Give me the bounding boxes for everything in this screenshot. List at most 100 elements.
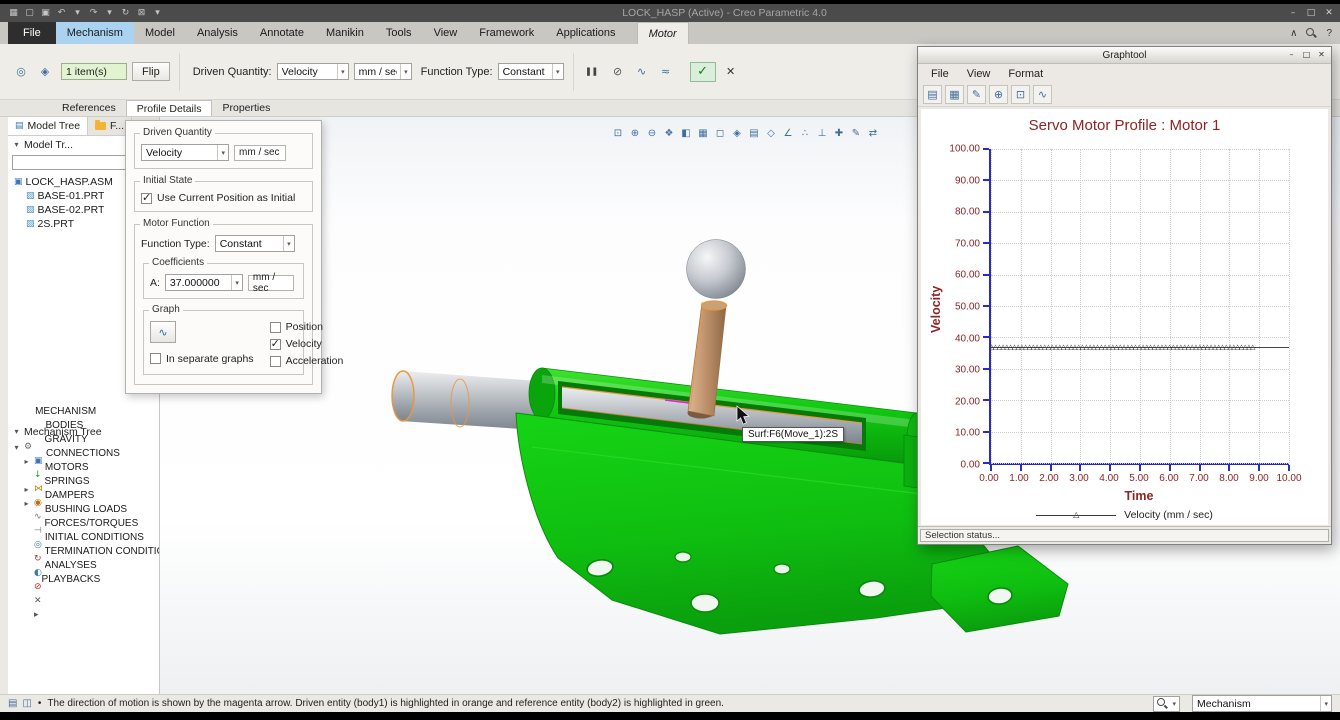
- close-window-icon[interactable]: ⊠: [134, 8, 149, 18]
- axis-display-icon[interactable]: ∠: [780, 125, 796, 141]
- tab-analysis[interactable]: Analysis: [186, 22, 249, 44]
- mechanism-tree-item[interactable]: ▸PLAYBACKS: [8, 608, 159, 622]
- tab-annotate[interactable]: Annotate: [249, 22, 315, 44]
- collapse-arrow-icon[interactable]: ▾: [12, 427, 21, 436]
- minimize-button[interactable]: –: [1284, 48, 1299, 62]
- view-manager-icon[interactable]: ▤: [746, 125, 762, 141]
- tab-view[interactable]: View: [423, 22, 469, 44]
- zoom-window-icon[interactable]: ⊡: [1011, 85, 1030, 104]
- grid-icon[interactable]: ▦: [945, 85, 964, 104]
- graph-option[interactable]: Position: [270, 321, 344, 333]
- csys-display-icon[interactable]: ⊥: [814, 125, 830, 141]
- no-profile-icon[interactable]: ⊘: [607, 62, 629, 82]
- maximize-button[interactable]: □: [1302, 5, 1320, 21]
- zoom-in-icon[interactable]: ⊕: [627, 125, 643, 141]
- edit-chart-icon[interactable]: ✎: [967, 85, 986, 104]
- zoom-out-icon[interactable]: ⊖: [644, 125, 660, 141]
- point-display-icon[interactable]: ∴: [797, 125, 813, 141]
- repaint-icon[interactable]: ❖: [661, 125, 677, 141]
- annotation-display-icon[interactable]: ✎: [848, 125, 864, 141]
- zoom-in-icon[interactable]: ⊕: [989, 85, 1008, 104]
- references-icon[interactable]: ◈: [34, 62, 56, 82]
- cancel-button[interactable]: ✕: [721, 62, 741, 82]
- screw-hole[interactable]: [675, 552, 691, 562]
- quick-access-arrow-icon[interactable]: ▾: [150, 8, 165, 18]
- menu-file[interactable]: File: [922, 68, 958, 80]
- collapse-ribbon-icon[interactable]: ∧: [1290, 28, 1297, 39]
- screw-hole[interactable]: [774, 564, 790, 574]
- tab-manikin[interactable]: Manikin: [315, 22, 375, 44]
- print-icon[interactable]: ▤: [923, 85, 942, 104]
- driven-quantity-select[interactable]: Velocity: [277, 63, 349, 80]
- tab-applications[interactable]: Applications: [545, 22, 626, 44]
- plane-display-icon[interactable]: ◇: [763, 125, 779, 141]
- expand-arrow-icon[interactable]: ▸: [22, 499, 31, 508]
- graph-preview-icon[interactable]: ≈: [655, 62, 677, 82]
- search-icon[interactable]: [1306, 28, 1317, 39]
- graph-option[interactable]: Acceleration: [270, 355, 344, 367]
- selected-items-field[interactable]: 1 item(s): [61, 63, 127, 80]
- graph-option[interactable]: Velocity: [270, 338, 344, 350]
- mechanism-tree-item[interactable]: ✕ANALYSES: [8, 594, 159, 608]
- close-button[interactable]: ✕: [1320, 5, 1338, 21]
- flip-button[interactable]: Flip: [132, 62, 170, 81]
- menu-view[interactable]: View: [958, 68, 1000, 80]
- handle-knob[interactable]: [687, 240, 746, 299]
- chart-options-icon[interactable]: ∿: [1033, 85, 1052, 104]
- checkbox-acceleration[interactable]: [270, 356, 281, 367]
- tab-framework[interactable]: Framework: [468, 22, 545, 44]
- tab-motor[interactable]: Motor: [637, 22, 689, 44]
- select-filter-icon[interactable]: ◎: [10, 62, 32, 82]
- browser-toggle-icon[interactable]: ◫: [22, 698, 31, 709]
- units-select[interactable]: mm / sec: [354, 63, 412, 80]
- tab-model[interactable]: Model: [134, 22, 186, 44]
- subtab-profile-details[interactable]: Profile Details: [126, 100, 213, 116]
- expand-arrow-icon[interactable]: ▸: [22, 485, 31, 494]
- dragger-display-icon[interactable]: ⇄: [865, 125, 881, 141]
- expand-arrow-icon[interactable]: ▸: [22, 457, 31, 466]
- tree-filter-select[interactable]: [12, 155, 140, 170]
- units-field[interactable]: mm / sec: [248, 275, 294, 291]
- ok-button[interactable]: ✓: [690, 62, 716, 82]
- driven-quantity-select[interactable]: Velocity: [141, 144, 229, 161]
- tab-file[interactable]: File: [8, 22, 56, 44]
- tab-model-tree[interactable]: ▤ Model Tree: [8, 117, 88, 135]
- graphtool-titlebar[interactable]: Graphtool –□✕: [918, 47, 1331, 64]
- tab-tools[interactable]: Tools: [375, 22, 423, 44]
- close-button[interactable]: ✕: [1314, 48, 1329, 62]
- refit-icon[interactable]: ⊡: [610, 125, 626, 141]
- show-hide-icon[interactable]: ◻: [712, 125, 728, 141]
- use-current-position-checkbox[interactable]: [141, 193, 152, 204]
- profile-preview-icon[interactable]: ∿: [631, 62, 653, 82]
- undo-icon[interactable]: ↶: [54, 8, 69, 18]
- help-icon[interactable]: ?: [1326, 28, 1332, 39]
- saved-orientations-icon[interactable]: ◈: [729, 125, 745, 141]
- coefficient-a-input[interactable]: 37.000000: [165, 274, 243, 291]
- separate-graphs-checkbox[interactable]: [150, 353, 161, 364]
- new-file-icon[interactable]: ▢: [22, 8, 37, 18]
- tab-mechanism[interactable]: Mechanism: [56, 22, 134, 44]
- graph-button[interactable]: ∿: [150, 321, 176, 343]
- redo-icon[interactable]: ↷: [86, 8, 101, 18]
- expand-arrow-icon[interactable]: ▾: [12, 443, 21, 452]
- units-field[interactable]: mm / sec: [234, 145, 286, 161]
- selection-filter-button[interactable]: [1153, 696, 1180, 712]
- display-style-icon[interactable]: ▦: [695, 125, 711, 141]
- menu-format[interactable]: Format: [999, 68, 1052, 80]
- minimize-button[interactable]: –: [1284, 5, 1302, 21]
- checkbox-position[interactable]: [270, 322, 281, 333]
- shaded-view-icon[interactable]: ◧: [678, 125, 694, 141]
- mechanism-mode-select[interactable]: Mechanism: [1192, 695, 1332, 712]
- redo-arrow-icon[interactable]: ▾: [102, 8, 117, 18]
- plot-area[interactable]: △△△△△△△△△△△△△△△△△△△△△△△△△△△△△△△△△△△△△△△△…: [989, 149, 1289, 465]
- regenerate-icon[interactable]: ↻: [118, 8, 133, 18]
- pause-button[interactable]: ▌▌: [583, 62, 605, 82]
- app-menu-icon[interactable]: ▦: [6, 8, 21, 18]
- screw-hole[interactable]: [691, 594, 719, 612]
- subtab-references[interactable]: References: [52, 100, 126, 116]
- subtab-properties[interactable]: Properties: [212, 100, 280, 116]
- function-type-select[interactable]: Constant: [215, 235, 295, 252]
- collapse-arrow-icon[interactable]: ▾: [12, 140, 21, 149]
- model-tree-toggle-icon[interactable]: ▤: [8, 698, 17, 709]
- function-type-select[interactable]: Constant: [498, 63, 564, 80]
